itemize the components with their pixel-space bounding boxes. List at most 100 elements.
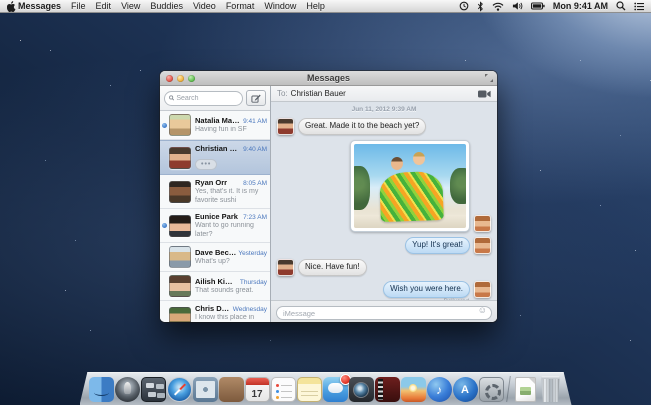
apple-menu-icon[interactable] [7, 0, 16, 12]
search-icon [169, 95, 175, 101]
menu-file[interactable]: File [71, 0, 86, 13]
conversation-eunice-park[interactable]: Eunice Park 7:23 AM Want to go running lat… [160, 209, 270, 243]
battery-icon[interactable] [530, 2, 545, 10]
star-field [20, 40, 21, 41]
dock-photo-booth-icon[interactable] [348, 377, 374, 402]
conversation-time: Wednesday [232, 306, 267, 313]
menu-bar-clock[interactable]: Mon 9:41 AM [553, 1, 608, 11]
conversation-ailish-kimber[interactable]: Ailish KimberThursdayThat sounds great. [160, 272, 270, 301]
avatar [169, 246, 191, 268]
menu-buddies[interactable]: Buddies [150, 0, 183, 13]
dock-imovie-icon[interactable] [374, 377, 400, 402]
dock-messages-icon[interactable] [322, 374, 351, 402]
conversation-name: Ryan Orr [195, 178, 228, 187]
wifi-icon[interactable] [492, 2, 504, 11]
search-input[interactable] [176, 94, 238, 102]
dock-separator [506, 376, 511, 402]
conversation-ryan-orr[interactable]: Ryan Orr 8:05 AM Yes, that's it. It is my … [160, 175, 270, 209]
conversation-name: Ailish Kimber [195, 276, 238, 286]
conversation-name: Chris DeVilla... [195, 304, 231, 313]
avatar [169, 114, 191, 136]
avatar [169, 275, 191, 297]
dock: 17 ♪ A [80, 372, 572, 405]
dock-launchpad-icon[interactable] [114, 377, 140, 402]
conversation-chris-devilla[interactable]: Chris DeVilla...WednesdayI know this pla… [160, 301, 270, 322]
avatar [169, 146, 191, 169]
bluetooth-icon[interactable] [477, 0, 484, 12]
menu-window[interactable]: Window [264, 0, 296, 13]
video-call-button[interactable] [478, 90, 491, 98]
chat-pane: To: Christian Bauer Jun 11, 2012 9:39 AM… [271, 86, 497, 322]
conversation-list: Natalia Maric 9:41 AM Having fun in SF Chri… [160, 111, 270, 322]
search-field[interactable] [164, 90, 243, 106]
dock-contacts-icon[interactable] [218, 377, 244, 402]
dock-mail-icon[interactable] [192, 377, 218, 402]
conversation-sidebar: Natalia Maric9:41 AMHaving fun in SFChri… [160, 86, 271, 322]
dock-iphoto-icon[interactable] [400, 377, 426, 402]
outgoing-message [277, 140, 491, 232]
menu-edit[interactable]: Edit [96, 0, 112, 13]
message-bubble: Great. Made it to the beach yet? [298, 118, 427, 135]
conversation-time: 9:40 AM [243, 146, 267, 153]
imessage-input[interactable] [276, 306, 492, 320]
dock-calendar-icon[interactable]: 17 [244, 377, 270, 402]
conversation-natalia-maric[interactable]: Natalia Maric 9:41 AM Having fun in SF [160, 111, 270, 140]
menu-bar: Messages File Edit View Buddies Video Format Wi… [0, 0, 651, 13]
dock-app-store-icon[interactable]: A [452, 377, 478, 402]
video-camera-icon [478, 90, 491, 97]
emoji-picker-icon[interactable]: ☺ [478, 304, 487, 317]
recipient-avatar [277, 118, 294, 135]
my-avatar [474, 237, 491, 254]
conversation-dave-becker[interactable]: Dave Becker Yesterday What's up? [160, 243, 270, 272]
message-transcript: Jun 11, 2012 9:39 AM Great. Made it to t… [271, 102, 497, 300]
conversation-preview: Want to go running later? [195, 222, 254, 238]
date-header: Jun 11, 2012 9:39 AM [351, 106, 417, 113]
recipient-name[interactable]: Christian Bauer [291, 89, 346, 98]
dock-downloads-icon[interactable] [515, 377, 536, 402]
conversation-name: Natalia Maric [195, 115, 242, 125]
dock-trash-icon[interactable] [541, 376, 560, 402]
messages-window: Messages Natalia Maric9:41 AMHaving fun … [160, 71, 497, 322]
recipient-bar: To: Christian Bauer [271, 86, 497, 102]
beach-photo [354, 144, 466, 228]
unread-dot [162, 223, 167, 228]
menu-video[interactable]: Video [193, 0, 216, 13]
to-label: To: [277, 89, 288, 98]
time-machine-icon[interactable] [459, 1, 469, 11]
conversation-preview: Yes, that's it. It is my favorite sushi … [195, 188, 259, 204]
avatar [169, 306, 191, 322]
dock-safari-icon[interactable] [166, 377, 192, 402]
volume-icon[interactable] [512, 1, 523, 11]
conversation-name: Dave Becker [195, 247, 237, 257]
dock-system-preferences-icon[interactable] [478, 377, 504, 402]
fullscreen-button[interactable] [485, 74, 493, 82]
menu-messages[interactable]: Messages [18, 0, 61, 13]
incoming-message: Nice. Have fun! [277, 259, 491, 276]
menu-view[interactable]: View [121, 0, 140, 13]
spotlight-icon[interactable] [616, 1, 626, 11]
compose-button[interactable] [246, 90, 266, 106]
outgoing-message: Wish you were here.Delivered [277, 281, 491, 300]
dock-finder-icon[interactable] [88, 377, 114, 402]
message-bubble: Yup! It's great! [405, 237, 470, 254]
photo-message[interactable] [350, 140, 470, 232]
avatar [169, 180, 191, 203]
dock-itunes-icon[interactable]: ♪ [426, 377, 452, 402]
my-avatar [474, 215, 491, 232]
window-title: Messages [306, 73, 351, 83]
conversation-name: Christian Bauer [195, 144, 241, 153]
recipient-avatar [277, 259, 294, 276]
menu-help[interactable]: Help [306, 0, 325, 13]
dock-reminders-icon[interactable] [270, 377, 296, 402]
message-bubble: Wish you were here. [383, 281, 470, 298]
window-titlebar[interactable]: Messages [160, 71, 497, 86]
notification-center-icon[interactable] [634, 2, 644, 11]
conversation-name: Eunice Park [195, 212, 238, 221]
menu-format[interactable]: Format [226, 0, 255, 13]
conversation-preview: I know this place in Noe Valley [195, 314, 255, 321]
typing-indicator: ••• [195, 159, 218, 170]
calendar-day: 17 [251, 389, 263, 400]
dock-mission-control-icon[interactable] [140, 377, 166, 402]
dock-notes-icon[interactable] [296, 377, 322, 402]
conversation-christian-bauer[interactable]: Christian Bauer9:40 AM ••• [160, 140, 270, 175]
